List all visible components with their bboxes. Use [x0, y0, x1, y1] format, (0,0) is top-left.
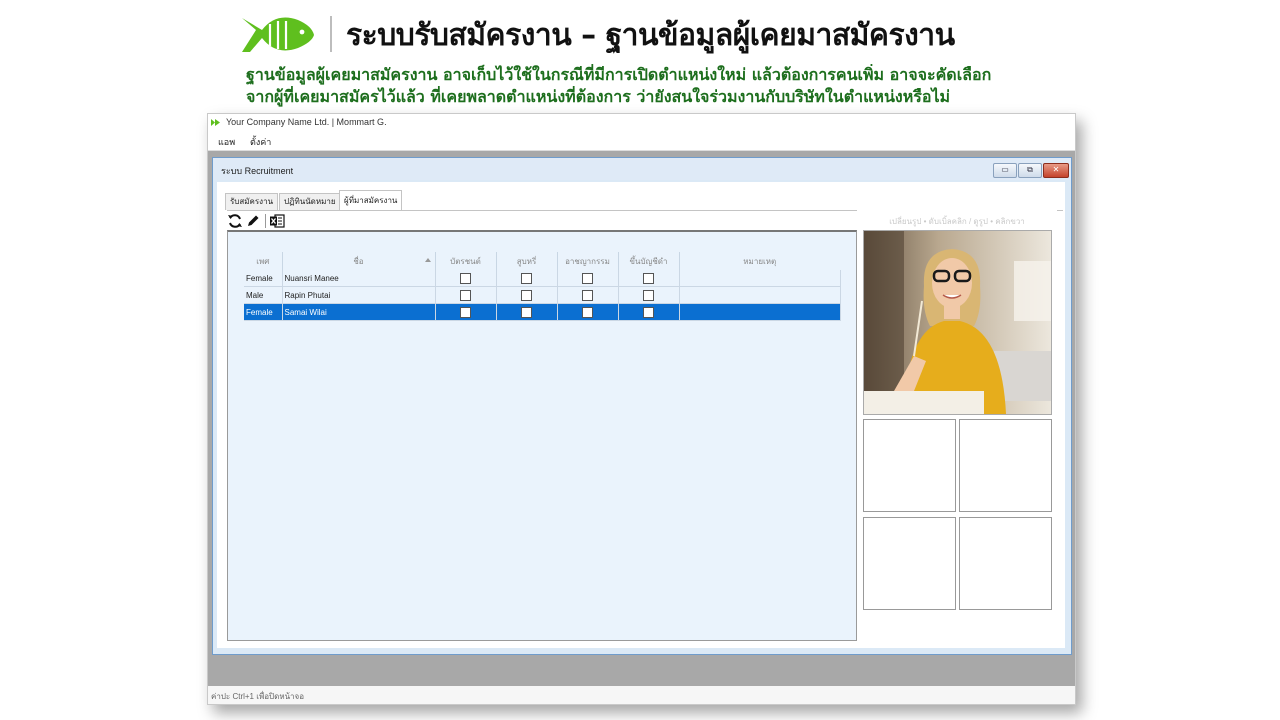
- description-line-1: ฐานข้อมูลผู้เคยมาสมัครงาน อาจเก็บไว้ใช้ใ…: [246, 65, 992, 84]
- cell-note[interactable]: [679, 270, 841, 287]
- criminal-checkbox[interactable]: [582, 289, 593, 301]
- window-title-bar: ระบบ Recruitment ▭ ⧉ ✕: [213, 158, 1071, 180]
- criminal-checkbox[interactable]: [582, 272, 593, 284]
- app-title: Your Company Name Ltd. | Mommart G.: [226, 117, 387, 127]
- smoking-checkbox[interactable]: [521, 289, 532, 301]
- column-header-blacklist[interactable]: ขึ้นบัญชีดำ: [618, 252, 680, 270]
- status-text: ค่าปะ Ctrl+1 เพื่อปิดหน้าจอ: [211, 692, 305, 701]
- fish-logo-icon: [242, 17, 314, 53]
- app-screenshot: Your Company Name Ltd. | Mommart G. แอพ …: [207, 113, 1076, 705]
- blacklist-checkbox[interactable]: [643, 289, 654, 301]
- photo-hint: เปลี่ยนรูป • ดับเบิ้ลคลิก / ดูรูป • คลิก…: [889, 217, 1025, 226]
- cell-gender: Female: [244, 303, 283, 321]
- table-row-selected[interactable]: Female Samai Wilai: [244, 303, 841, 321]
- title-separator: [330, 16, 332, 52]
- menu-bar: แอพ ตั้งค่า: [208, 132, 1075, 151]
- minimize-button[interactable]: ▭: [993, 163, 1017, 178]
- close-button[interactable]: ✕: [1043, 163, 1069, 178]
- photo-thumbnail-3[interactable]: [863, 517, 956, 610]
- criminal-checkbox[interactable]: [582, 306, 593, 318]
- cell-note[interactable]: [679, 303, 841, 321]
- app-logo-icon: [211, 119, 220, 126]
- applicants-table: เพศ ชื่อ บัตรชนต์ สูบหรี่ อาชญากรรม ขึ้น…: [244, 252, 841, 321]
- cell-name: Rapin Phutai: [282, 286, 436, 304]
- id-card-checkbox[interactable]: [460, 289, 471, 301]
- tab-apply[interactable]: รับสมัครงาน: [225, 193, 279, 210]
- app-title-bar: Your Company Name Ltd. | Mommart G.: [208, 114, 1075, 132]
- column-header-gender[interactable]: เพศ: [244, 252, 283, 270]
- excel-export-icon[interactable]: [269, 213, 285, 229]
- toolbar-separator: [265, 214, 266, 228]
- id-card-checkbox[interactable]: [460, 272, 471, 284]
- table-row[interactable]: Female Nuansri Manee: [244, 270, 841, 287]
- column-header-criminal[interactable]: อาชญากรรม: [557, 252, 619, 270]
- slide-header: ระบบรับสมัครงาน – ฐานข้อมูลผู้เคยมาสมัคร…: [0, 0, 1280, 112]
- menu-app[interactable]: แอพ: [218, 135, 235, 149]
- photo-panel: เปลี่ยนรูป • ดับเบิ้ลคลิก / ดูรูป • คลิก…: [857, 206, 1057, 638]
- mdi-area: ระบบ Recruitment ▭ ⧉ ✕ รับสมัครงาน ปฏิทิ…: [208, 151, 1075, 704]
- column-header-note[interactable]: หมายเหตุ: [679, 252, 840, 270]
- smoking-checkbox[interactable]: [521, 272, 532, 284]
- edit-icon[interactable]: [245, 213, 261, 229]
- tab-applicants[interactable]: ผู้ที่มาสมัครงาน: [339, 190, 403, 211]
- menu-settings[interactable]: ตั้งค่า: [250, 135, 271, 149]
- status-bar: ค่าปะ Ctrl+1 เพื่อปิดหน้าจอ: [208, 686, 1075, 704]
- applicants-grid-panel: เพศ ชื่อ บัตรชนต์ สูบหรี่ อาชญากรรม ขึ้น…: [227, 230, 857, 641]
- cell-name: Samai Wilai: [282, 303, 436, 321]
- description-line-2: จากผู้ที่เคยมาสมัครไว้แล้ว ที่เคยพลาดตำแ…: [246, 87, 951, 106]
- window-title: ระบบ Recruitment: [221, 166, 294, 176]
- tab-calendar[interactable]: ปฏิทินนัดหมาย: [279, 193, 341, 210]
- applicant-photo[interactable]: [863, 230, 1052, 415]
- refresh-icon[interactable]: [227, 213, 243, 229]
- blacklist-checkbox[interactable]: [643, 272, 654, 284]
- page-title: ระบบรับสมัครงาน – ฐานข้อมูลผู้เคยมาสมัคร…: [346, 18, 955, 53]
- photo-thumbnail-2[interactable]: [959, 419, 1052, 512]
- id-card-checkbox[interactable]: [460, 306, 471, 318]
- table-row[interactable]: Male Rapin Phutai: [244, 286, 841, 304]
- maximize-button[interactable]: ⧉: [1018, 163, 1042, 178]
- column-header-id-card[interactable]: บัตรชนต์: [435, 252, 497, 270]
- photo-thumbnail-1[interactable]: [863, 419, 956, 512]
- cell-gender: Male: [244, 286, 283, 304]
- cell-gender: Female: [244, 270, 283, 287]
- photo-thumbnail-4[interactable]: [959, 517, 1052, 610]
- recruitment-window: ระบบ Recruitment ▭ ⧉ ✕ รับสมัครงาน ปฏิทิ…: [212, 157, 1072, 655]
- cell-note[interactable]: [679, 286, 841, 304]
- column-header-smoking[interactable]: สูบหรี่: [496, 252, 558, 270]
- page-description: ฐานข้อมูลผู้เคยมาสมัครงาน อาจเก็บไว้ใช้ใ…: [246, 64, 1066, 108]
- column-header-name[interactable]: ชื่อ: [282, 252, 436, 270]
- column-header-name-label: ชื่อ: [353, 256, 364, 266]
- window-body: รับสมัครงาน ปฏิทินนัดหมาย ผู้ที่มาสมัครง…: [217, 182, 1065, 648]
- cell-name: Nuansri Manee: [282, 270, 436, 287]
- smoking-checkbox[interactable]: [521, 306, 532, 318]
- blacklist-checkbox[interactable]: [643, 306, 654, 318]
- sort-ascending-icon: [424, 258, 431, 262]
